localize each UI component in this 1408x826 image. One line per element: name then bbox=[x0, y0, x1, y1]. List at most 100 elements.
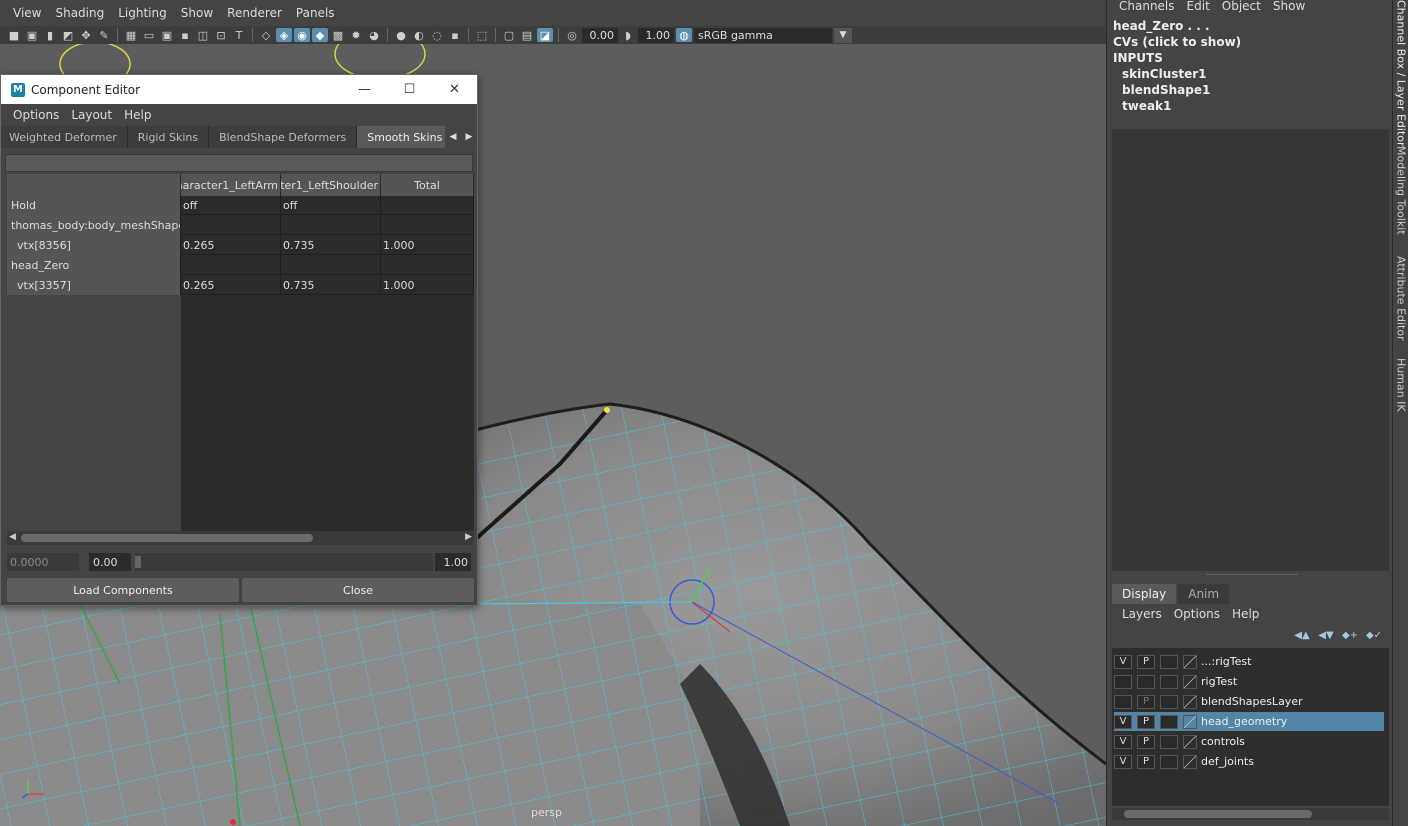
layer-color-swatch[interactable] bbox=[1183, 754, 1197, 769]
column-header-total[interactable]: Total bbox=[381, 174, 474, 196]
two-d-pan-icon[interactable]: ✥ bbox=[78, 28, 94, 42]
camera-attributes-icon[interactable]: ▣ bbox=[24, 28, 40, 42]
minimize-button[interactable]: — bbox=[342, 75, 387, 104]
xray-active-icon[interactable]: ◪ bbox=[537, 28, 553, 42]
tab-channel-box-layer-editor[interactable]: Channel Box / Layer Editor bbox=[1393, 0, 1408, 147]
row-label[interactable]: vtx[3357] bbox=[7, 275, 181, 295]
xray-joints-icon[interactable]: ▤ bbox=[519, 28, 535, 42]
column-header-left-shoulder[interactable]: Character1_LeftShoulder bbox=[281, 174, 381, 196]
scrollbar-thumb[interactable] bbox=[1124, 810, 1312, 818]
display-type-toggle[interactable] bbox=[1160, 734, 1178, 749]
gamma-icon[interactable]: ◗ bbox=[620, 28, 636, 42]
layer-row-selected[interactable]: V P head_geometry bbox=[1114, 712, 1384, 731]
visibility-toggle[interactable]: V bbox=[1114, 714, 1132, 729]
layer-row[interactable]: V P ...:rigTest bbox=[1114, 652, 1384, 671]
grid-icon[interactable]: ▦ bbox=[123, 28, 139, 42]
image-plane-icon[interactable]: ◩ bbox=[60, 28, 76, 42]
close-window-button[interactable]: ✕ bbox=[432, 75, 477, 104]
move-layer-down-icon[interactable]: ◀▼ bbox=[1317, 628, 1335, 642]
menu-channels[interactable]: Channels bbox=[1113, 0, 1181, 12]
visibility-toggle[interactable] bbox=[1114, 694, 1132, 709]
isolate-select-icon[interactable]: ▢ bbox=[501, 28, 517, 42]
safe-title-icon[interactable]: T bbox=[231, 28, 247, 42]
menu-panels[interactable]: Panels bbox=[289, 6, 342, 20]
antialiasing-icon[interactable]: ◌ bbox=[429, 28, 445, 42]
display-type-toggle[interactable] bbox=[1160, 714, 1178, 729]
ambient-occlusion-icon[interactable]: ● bbox=[393, 28, 409, 42]
menu-help[interactable]: Help bbox=[118, 108, 157, 122]
table-horizontal-scrollbar[interactable]: ◀ ▶ bbox=[7, 531, 474, 545]
scroll-left-icon[interactable]: ◀ bbox=[9, 532, 16, 542]
weight-slider[interactable] bbox=[135, 553, 433, 571]
menu-layout[interactable]: Layout bbox=[65, 108, 118, 122]
layer-color-swatch[interactable] bbox=[1183, 654, 1197, 669]
maximize-button[interactable]: ☐ bbox=[387, 75, 432, 104]
resolution-gate-icon[interactable]: ▣ bbox=[159, 28, 175, 42]
input-node[interactable]: tweak1 bbox=[1113, 98, 1392, 114]
layer-name[interactable]: controls bbox=[1201, 735, 1245, 748]
visibility-toggle[interactable]: V bbox=[1114, 654, 1132, 669]
display-type-toggle[interactable] bbox=[1160, 654, 1178, 669]
slider-max-field[interactable]: 1.00 bbox=[435, 553, 471, 571]
layer-name[interactable]: blendShapesLayer bbox=[1201, 695, 1303, 708]
layer-color-swatch[interactable] bbox=[1183, 734, 1197, 749]
playback-toggle[interactable]: P bbox=[1137, 734, 1155, 749]
new-layer-icon[interactable]: ◆+ bbox=[1341, 628, 1359, 642]
layer-name[interactable]: ...:rigTest bbox=[1201, 655, 1251, 668]
table-cell[interactable]: off bbox=[181, 195, 281, 215]
tab-display[interactable]: Display bbox=[1112, 584, 1177, 604]
visibility-toggle[interactable]: V bbox=[1114, 754, 1132, 769]
display-type-toggle[interactable] bbox=[1160, 754, 1178, 769]
layer-row[interactable]: V P def_joints bbox=[1114, 752, 1384, 771]
tab-weighted-deformer[interactable]: Weighted Deformer bbox=[1, 126, 128, 148]
field-chart-icon[interactable]: ◫ bbox=[195, 28, 211, 42]
table-cell[interactable] bbox=[381, 195, 474, 215]
menu-shading[interactable]: Shading bbox=[48, 6, 111, 20]
slider-handle[interactable] bbox=[135, 556, 141, 568]
table-cell[interactable] bbox=[181, 215, 281, 235]
slider-value-field[interactable]: 0.00 bbox=[89, 553, 131, 571]
wireframe-on-shaded-icon[interactable]: ◉ bbox=[294, 28, 310, 42]
wireframe-icon[interactable]: ◇ bbox=[258, 28, 274, 42]
playback-toggle[interactable] bbox=[1137, 674, 1155, 689]
filter-bar[interactable] bbox=[5, 154, 473, 172]
layer-name[interactable]: head_geometry bbox=[1201, 715, 1287, 728]
layer-name[interactable]: rigTest bbox=[1201, 675, 1237, 688]
color-management-icon[interactable]: ◍ bbox=[676, 28, 692, 42]
component-editor-window[interactable]: M Component Editor — ☐ ✕ Options Layout … bbox=[0, 74, 478, 606]
lights-icon[interactable]: ✹ bbox=[348, 28, 364, 42]
display-type-toggle[interactable] bbox=[1160, 674, 1178, 689]
gamma-field[interactable]: 1.00 bbox=[638, 27, 674, 43]
move-layer-up-icon[interactable]: ◀▲ bbox=[1293, 628, 1311, 642]
menu-options[interactable]: Options bbox=[1168, 607, 1226, 621]
menu-show[interactable]: Show bbox=[1267, 0, 1311, 12]
safe-action-icon[interactable]: ⊡ bbox=[213, 28, 229, 42]
cvs-toggle[interactable]: CVs (click to show) bbox=[1113, 34, 1392, 50]
menu-lighting[interactable]: Lighting bbox=[111, 6, 174, 20]
input-node[interactable]: skinCluster1 bbox=[1113, 66, 1392, 82]
visibility-toggle[interactable]: V bbox=[1114, 734, 1132, 749]
object-name[interactable]: head_Zero . . . bbox=[1113, 18, 1392, 34]
playback-toggle[interactable]: P bbox=[1137, 694, 1155, 709]
menu-edit[interactable]: Edit bbox=[1181, 0, 1216, 12]
menu-view[interactable]: View bbox=[6, 6, 48, 20]
menu-layers[interactable]: Layers bbox=[1116, 607, 1168, 621]
menu-show[interactable]: Show bbox=[174, 6, 220, 20]
tab-anim[interactable]: Anim bbox=[1178, 584, 1230, 604]
xray-icon[interactable]: ◆ bbox=[312, 28, 328, 42]
close-button[interactable]: Close bbox=[242, 578, 474, 602]
input-node[interactable]: blendShape1 bbox=[1113, 82, 1392, 98]
color-space-dropdown[interactable]: sRGB gamma ▼ bbox=[694, 27, 852, 43]
layer-color-swatch[interactable] bbox=[1183, 674, 1197, 689]
layer-color-swatch[interactable] bbox=[1183, 694, 1197, 709]
chevron-left-icon[interactable]: ◀ bbox=[450, 132, 457, 142]
exposure-field[interactable]: 0.00 bbox=[582, 27, 618, 43]
grease-pencil-icon[interactable]: ✎ bbox=[96, 28, 112, 42]
layer-list-scrollbar[interactable] bbox=[1112, 808, 1389, 820]
depth-of-field-icon[interactable]: ▪ bbox=[447, 28, 463, 42]
scroll-right-icon[interactable]: ▶ bbox=[465, 532, 472, 542]
table-cell[interactable]: 0.735 bbox=[281, 235, 381, 255]
film-gate-icon[interactable]: ▭ bbox=[141, 28, 157, 42]
shadows-icon[interactable]: ◕ bbox=[366, 28, 382, 42]
slider-min-field[interactable]: 0.0000 bbox=[7, 553, 79, 571]
